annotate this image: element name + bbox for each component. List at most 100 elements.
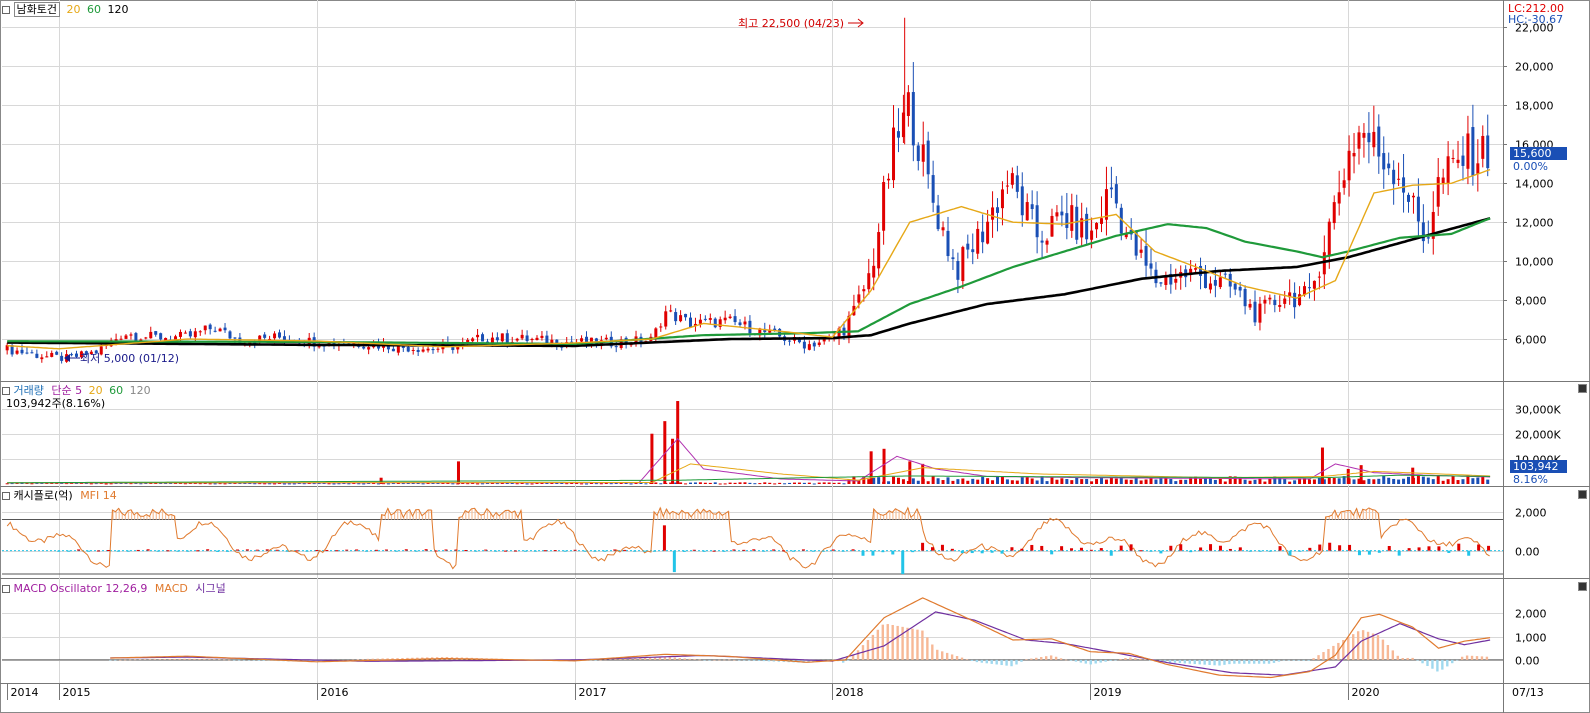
cashflow-bar (702, 550, 706, 552)
macd-oscillator-bar (1173, 659, 1177, 663)
volume-bar (981, 476, 985, 484)
candle-body (1347, 150, 1351, 181)
candle-body (1456, 159, 1460, 163)
candle-body (263, 334, 267, 338)
cashflow-bar (940, 544, 944, 551)
stock-name[interactable]: 남화토건 (13, 2, 60, 17)
candle-body (580, 338, 584, 342)
cashflow-bar (1308, 547, 1312, 551)
cashflow-bar (374, 549, 378, 551)
candle-body (1035, 205, 1039, 238)
candle-body (178, 331, 182, 337)
macd-oscillator-bar (1322, 652, 1325, 660)
volume-bar (1119, 477, 1123, 484)
volume-bar (1283, 479, 1287, 484)
panel-menu-icon[interactable] (2, 387, 10, 395)
volume-bar (599, 483, 603, 485)
candle-body (1402, 177, 1406, 193)
macd-tick-label: 0.00 (1515, 655, 1540, 668)
panel-menu-icon[interactable] (2, 492, 10, 500)
candle-body (887, 178, 891, 181)
volume-spike-bar (676, 401, 680, 484)
macd-oscillator-bar (1401, 658, 1404, 660)
macd-title[interactable]: MACD Oscillator 12,26,9 (14, 582, 148, 595)
macd-oscillator-bar (599, 659, 602, 661)
cashflow-bar (563, 550, 567, 552)
candle-body (1317, 276, 1321, 278)
candle-body (233, 337, 237, 339)
x-tick-label: 2015 (63, 686, 91, 699)
volume-bar (1060, 478, 1064, 484)
cashflow-bar (67, 550, 71, 552)
macd-oscillator-bar (1312, 658, 1315, 660)
cashflow-bar (414, 550, 418, 552)
panel-menu-icon[interactable] (2, 585, 10, 593)
cashflow-bar (245, 549, 249, 551)
signal-label: 시그널 (195, 582, 226, 595)
cashflow-bar (186, 550, 190, 552)
cashflow-bar (1467, 550, 1471, 556)
volume-bar (926, 481, 930, 484)
cashflow-bar (801, 549, 805, 551)
volume-bar (1337, 478, 1341, 484)
macd-oscillator-bar (1000, 659, 1003, 666)
cashflow-bar (513, 550, 517, 552)
mfi-title[interactable]: 캐시플로(억) (14, 489, 73, 502)
macd-panel-maximize-button[interactable] (1578, 582, 1587, 591)
cashflow-bar (851, 549, 855, 551)
candle-body (882, 182, 886, 231)
macd-oscillator-bar (1272, 659, 1276, 663)
cashflow-bar (1387, 546, 1391, 551)
candle-body (986, 221, 990, 244)
macd-tick-label: 2,000 (1515, 608, 1547, 621)
volume-bar (807, 482, 811, 484)
candle-body (936, 205, 940, 230)
macd-oscillator-bar (688, 658, 691, 660)
cashflow-bar (1000, 550, 1004, 554)
volume-bar (1095, 478, 1099, 484)
chart-canvas[interactable]: 2014 2015 2016 2017 2018 2019 2020 07/136,0008,… (0, 0, 1590, 713)
volume-bar (1436, 475, 1440, 484)
macd-oscillator-bar (975, 659, 979, 663)
candle-body (728, 316, 732, 319)
cashflow-bar (603, 550, 607, 552)
volume-bar (1000, 476, 1004, 484)
cashflow-bar (1268, 550, 1272, 552)
volume-bars (5, 401, 1490, 485)
macd-oscillator-bar (1366, 631, 1370, 660)
macd-oscillator-bar (257, 659, 261, 661)
candle-body (1421, 222, 1425, 242)
macd-oscillator-bar (133, 659, 137, 661)
cashflow-bar (345, 549, 349, 551)
candle-body (1397, 178, 1401, 180)
volume-panel-maximize-button[interactable] (1578, 384, 1587, 393)
candle-body (713, 318, 717, 328)
volume-title[interactable]: 거래량 (14, 384, 44, 397)
candle-body (481, 334, 485, 342)
x-tick-label: 2020 (1352, 686, 1380, 699)
macd-oscillator-bar (1406, 657, 1409, 660)
volume-bar (842, 483, 846, 485)
candle-body (183, 332, 187, 334)
mfi-panel-maximize-button[interactable] (1578, 490, 1587, 499)
candle-body (1446, 156, 1450, 184)
cashflow-bar (1099, 548, 1103, 551)
volume-bar (951, 480, 955, 484)
candle-body (1416, 196, 1420, 222)
cashflow-bar (226, 550, 230, 552)
volume-bar (892, 476, 896, 484)
candle-body (748, 320, 752, 334)
macd-oscillator-bar (723, 659, 726, 661)
volume-bar (104, 483, 108, 485)
candle-body (193, 331, 197, 338)
candle-body (951, 257, 955, 260)
macd-oscillator-bar (614, 659, 617, 660)
cashflow-bar (921, 542, 925, 551)
candle-body (906, 92, 910, 116)
macd-oscillator-bar (1267, 659, 1271, 664)
volume-bar (1327, 477, 1331, 484)
volume-bar (822, 482, 826, 484)
candle-body (525, 335, 529, 342)
volume-bar (1164, 477, 1168, 484)
panel-menu-icon[interactable] (2, 6, 10, 14)
